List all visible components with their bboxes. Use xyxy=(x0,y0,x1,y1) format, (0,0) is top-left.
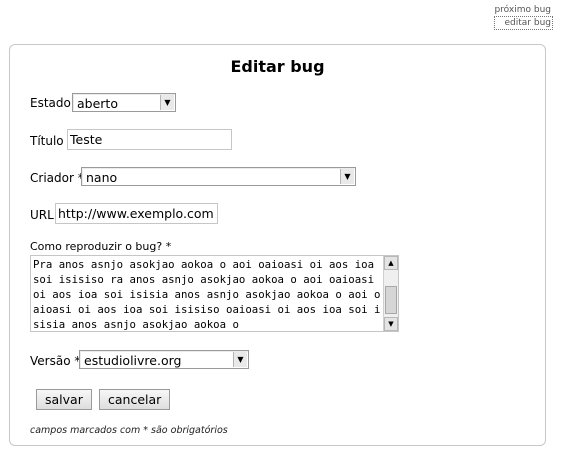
reproduzir-text: Pra anos asnjo asokjao aokoa o aoi oaioa… xyxy=(33,258,381,331)
scroll-up-icon[interactable]: ▲ xyxy=(384,256,398,270)
chevron-down-icon: ▼ xyxy=(340,169,354,184)
versao-label: Versão * xyxy=(30,354,81,368)
edit-bug-link[interactable]: editar bug xyxy=(494,16,553,30)
top-links: próximo bug editar bug xyxy=(494,4,553,30)
versao-select[interactable]: estudiolivre.org ▼ xyxy=(79,350,249,369)
reproduzir-label: Como reproduzir o bug? * xyxy=(30,240,172,253)
estado-select[interactable]: aberto ▼ xyxy=(72,93,176,112)
estado-label: Estado xyxy=(30,96,71,110)
url-label: URL xyxy=(30,208,54,222)
criador-select[interactable]: nano ▼ xyxy=(81,167,356,186)
cancel-button[interactable]: cancelar xyxy=(99,389,171,410)
url-input[interactable] xyxy=(55,203,218,224)
estado-value: aberto xyxy=(77,96,118,111)
chevron-down-icon: ▼ xyxy=(233,352,247,367)
chevron-down-icon: ▼ xyxy=(160,95,174,110)
form-title: Editar bug xyxy=(230,57,325,76)
versao-value: estudiolivre.org xyxy=(84,353,182,368)
save-button[interactable]: salvar xyxy=(36,389,92,410)
reproduzir-textarea[interactable]: Pra anos asnjo asokjao aokoa o aoi oaioa… xyxy=(30,255,399,332)
titulo-input[interactable] xyxy=(67,129,232,150)
criador-label: Criador * xyxy=(30,171,84,185)
scroll-down-icon[interactable]: ▼ xyxy=(384,317,398,331)
scroll-thumb[interactable] xyxy=(385,286,397,314)
required-fields-note: campos marcados com * são obrigatórios xyxy=(30,425,228,436)
textarea-scrollbar[interactable]: ▲ ▼ xyxy=(383,256,398,331)
edit-bug-form: Editar bug Estado aberto ▼ Título * Cria… xyxy=(9,44,546,446)
next-bug-link[interactable]: próximo bug xyxy=(494,4,551,16)
criador-value: nano xyxy=(86,170,118,185)
